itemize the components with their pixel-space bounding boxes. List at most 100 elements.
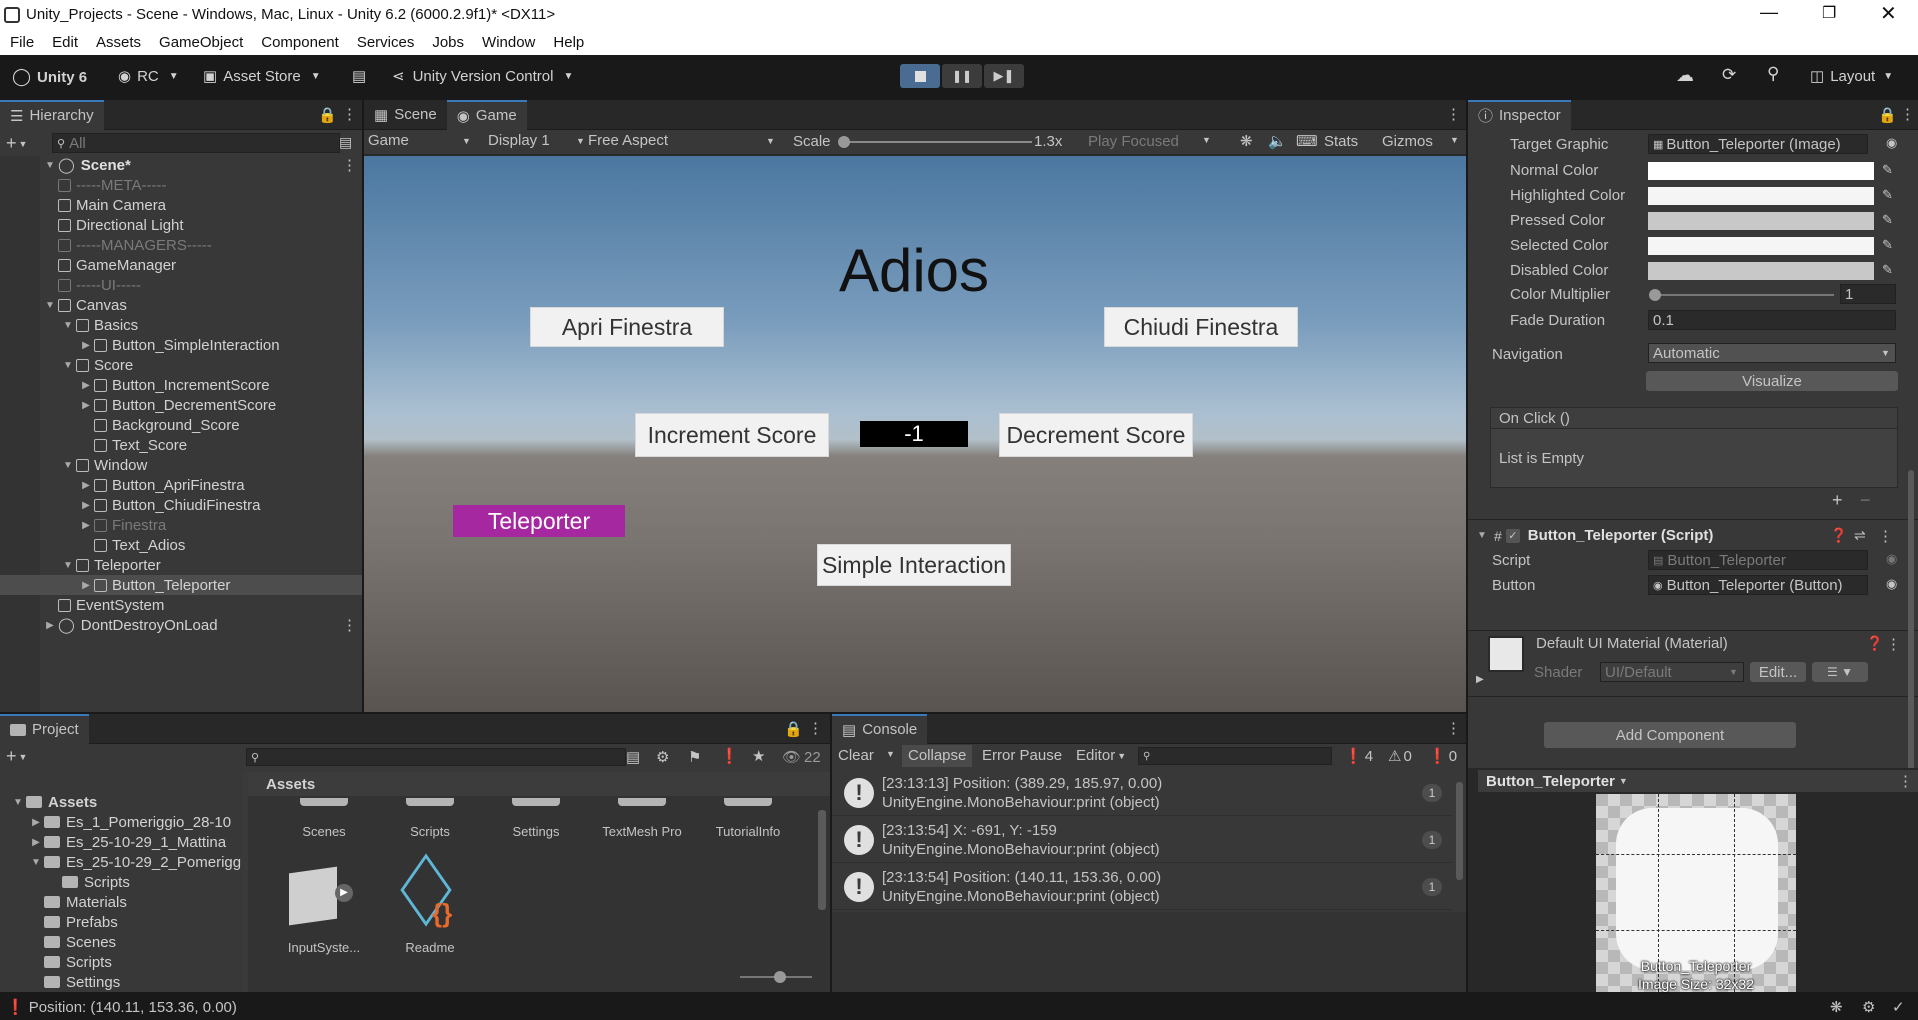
expand-arrow-icon[interactable]: ▶ bbox=[30, 817, 42, 828]
project-tree-item[interactable]: ▶ Es_25-10-29_1_Mattina bbox=[30, 832, 226, 852]
layout-dropdown[interactable]: ◫ Layout ▼ bbox=[1810, 67, 1893, 86]
eyedropper-icon[interactable]: ✎ bbox=[1882, 212, 1893, 228]
search-filter-icon[interactable]: ▤ bbox=[339, 134, 352, 151]
inspector-scrollbar[interactable] bbox=[1908, 470, 1914, 770]
project-tree-item[interactable]: Scenes bbox=[30, 932, 116, 952]
slider-handle[interactable] bbox=[1649, 289, 1661, 301]
console-log-row[interactable]: ! [23:13:54] Position: (140.11, 153.36, 0… bbox=[832, 864, 1452, 910]
create-asset-button[interactable]: + ▼ bbox=[6, 746, 27, 767]
close-button[interactable]: ✕ bbox=[1880, 1, 1897, 26]
scene-root[interactable]: ▼ ◯ Scene* bbox=[44, 155, 131, 175]
audio-icon[interactable]: 🔈 bbox=[1268, 132, 1287, 150]
menu-item[interactable]: Window bbox=[482, 34, 535, 51]
script-component-header[interactable]: ▼ # ✓ Button_Teleporter (Script) bbox=[1476, 527, 1713, 544]
project-tree-item[interactable]: Materials bbox=[30, 892, 127, 912]
hierarchy-item[interactable]: Text_Adios bbox=[94, 535, 185, 555]
chevron-down-icon[interactable]: ▼ bbox=[886, 749, 895, 759]
slider-handle[interactable] bbox=[774, 971, 786, 983]
create-button[interactable]: + ▼ bbox=[6, 133, 27, 154]
menu-item[interactable]: GameObject bbox=[159, 34, 243, 51]
expand-arrow-icon[interactable]: ▶ bbox=[30, 837, 42, 848]
lock-icon[interactable]: 🔒 bbox=[1878, 106, 1897, 124]
scale-slider[interactable] bbox=[838, 136, 1032, 148]
hierarchy-item[interactable]: -----MANAGERS----- bbox=[58, 235, 212, 255]
color-swatch[interactable] bbox=[1648, 237, 1874, 255]
hierarchy-item[interactable]: -----META----- bbox=[58, 175, 167, 195]
tab-scene[interactable]: ▦ Scene bbox=[364, 100, 447, 130]
expand-arrow-icon[interactable]: ▼ bbox=[44, 300, 56, 311]
simple-interaction-button[interactable]: Simple Interaction bbox=[817, 544, 1011, 586]
color-swatch[interactable] bbox=[1648, 162, 1874, 180]
collapse-arrow-icon[interactable]: ▼ bbox=[1476, 530, 1488, 541]
menu-item[interactable]: Assets bbox=[96, 34, 141, 51]
stats-button[interactable]: Stats bbox=[1324, 133, 1358, 150]
folder-icon[interactable] bbox=[618, 798, 666, 806]
info-toggle[interactable]: ❗ 4 bbox=[1344, 747, 1373, 766]
button-field[interactable]: ◉ Button_Teleporter (Button) bbox=[1648, 575, 1868, 595]
search-by-label-icon[interactable]: ⚙ bbox=[656, 748, 669, 766]
hierarchy-item[interactable]: ▼ Canvas bbox=[45, 295, 127, 315]
tab-hierarchy[interactable]: ☰ Hierarchy bbox=[0, 99, 104, 130]
package-icon[interactable]: ▤ bbox=[352, 67, 366, 85]
icon-size-slider[interactable] bbox=[740, 971, 812, 983]
aspect-dropdown[interactable]: Free Aspect ▼ bbox=[588, 132, 778, 149]
lock-icon[interactable]: 🔒 bbox=[784, 720, 803, 738]
game-mode-dropdown[interactable]: Game ▼ bbox=[368, 132, 474, 149]
target-graphic-field[interactable]: ▦ Button_Teleporter (Image) bbox=[1648, 134, 1868, 154]
gizmos-button[interactable]: Gizmos bbox=[1382, 133, 1433, 150]
search-by-type-icon[interactable]: ▤ bbox=[626, 748, 640, 766]
shader-options-dropdown[interactable]: ☰ ▼ bbox=[1812, 662, 1868, 682]
remove-event-button[interactable]: − bbox=[1860, 490, 1871, 511]
dont-destroy-more-icon[interactable]: ⋮ bbox=[342, 616, 357, 634]
expand-arrow-icon[interactable]: ▼ bbox=[62, 360, 74, 371]
add-event-button[interactable]: + bbox=[1832, 490, 1843, 511]
hierarchy-item[interactable]: Background_Score bbox=[94, 415, 240, 435]
debug-icon[interactable]: ❋ bbox=[1830, 998, 1843, 1016]
enabled-checkbox[interactable]: ✓ bbox=[1505, 528, 1520, 543]
readme-asset[interactable]: {} bbox=[398, 853, 470, 934]
component-menu-icon[interactable]: ⋮ bbox=[1878, 527, 1893, 545]
menu-item[interactable]: Services bbox=[357, 34, 415, 51]
help-icon[interactable]: ❓ bbox=[1830, 527, 1847, 544]
display-dropdown[interactable]: Display 1 ▼ bbox=[488, 132, 588, 149]
minimize-button[interactable]: — bbox=[1760, 2, 1778, 23]
expand-arrow-icon[interactable]: ▶ bbox=[80, 580, 92, 591]
scripts-reload-icon[interactable]: ⚙ bbox=[1862, 998, 1875, 1016]
presets-icon[interactable]: ⇌ bbox=[1854, 527, 1866, 544]
expand-arrow-icon[interactable]: ▼ bbox=[12, 797, 24, 808]
expand-arrow-icon[interactable]: ▶ bbox=[80, 520, 92, 531]
hierarchy-item[interactable]: Main Camera bbox=[58, 195, 166, 215]
eyedropper-icon[interactable]: ✎ bbox=[1882, 162, 1893, 178]
more-menu-icon[interactable]: ⋮ bbox=[808, 719, 823, 737]
search-icon[interactable]: ⚲ bbox=[1767, 64, 1779, 84]
expand-arrow-icon[interactable]: ▼ bbox=[62, 320, 74, 331]
play-focused-dropdown[interactable]: Play Focused ▼ bbox=[1088, 133, 1214, 150]
eyedropper-icon[interactable]: ✎ bbox=[1882, 187, 1893, 203]
folder-label[interactable]: Scripts bbox=[376, 824, 484, 839]
editor-dropdown[interactable]: Editor ▼ bbox=[1076, 747, 1126, 764]
eyedropper-icon[interactable]: ✎ bbox=[1882, 237, 1893, 253]
hierarchy-item[interactable]: GameManager bbox=[58, 255, 176, 275]
tag-icon[interactable]: ⚑ bbox=[688, 748, 701, 766]
account-dropdown[interactable]: ◉ RC ▼ bbox=[118, 67, 179, 86]
assets-scrollbar[interactable] bbox=[818, 810, 826, 910]
menu-item[interactable]: Component bbox=[261, 34, 339, 51]
hierarchy-item[interactable]: ▶ Button_DecrementScore bbox=[82, 395, 276, 415]
hierarchy-item[interactable]: EventSystem bbox=[58, 595, 164, 615]
component-menu-icon[interactable]: ⋮ bbox=[1886, 635, 1901, 653]
expand-arrow-icon[interactable]: ▼ bbox=[62, 560, 74, 571]
favorite-icon[interactable]: ★ bbox=[752, 747, 765, 765]
progress-icon[interactable]: ✓ bbox=[1892, 998, 1905, 1016]
folder-label[interactable]: TutorialInfo bbox=[694, 824, 802, 839]
increment-score-button[interactable]: Increment Score bbox=[635, 413, 829, 457]
color-swatch[interactable] bbox=[1648, 262, 1874, 280]
shader-dropdown[interactable]: UI/Default ▼ bbox=[1600, 662, 1744, 682]
hierarchy-item[interactable]: ▼ Basics bbox=[63, 315, 138, 335]
folder-icon[interactable] bbox=[512, 798, 560, 806]
object-picker-icon[interactable]: ◉ bbox=[1886, 576, 1897, 592]
navigation-dropdown[interactable]: Automatic ▼ bbox=[1648, 343, 1896, 363]
dont-destroy-root[interactable]: ▶ ◯ DontDestroyOnLoad bbox=[44, 615, 217, 635]
preview-header[interactable]: Button_Teleporter ▼ ⋮ bbox=[1478, 770, 1918, 792]
console-scrollbar[interactable] bbox=[1456, 782, 1463, 880]
add-component-button[interactable]: Add Component bbox=[1544, 722, 1796, 748]
